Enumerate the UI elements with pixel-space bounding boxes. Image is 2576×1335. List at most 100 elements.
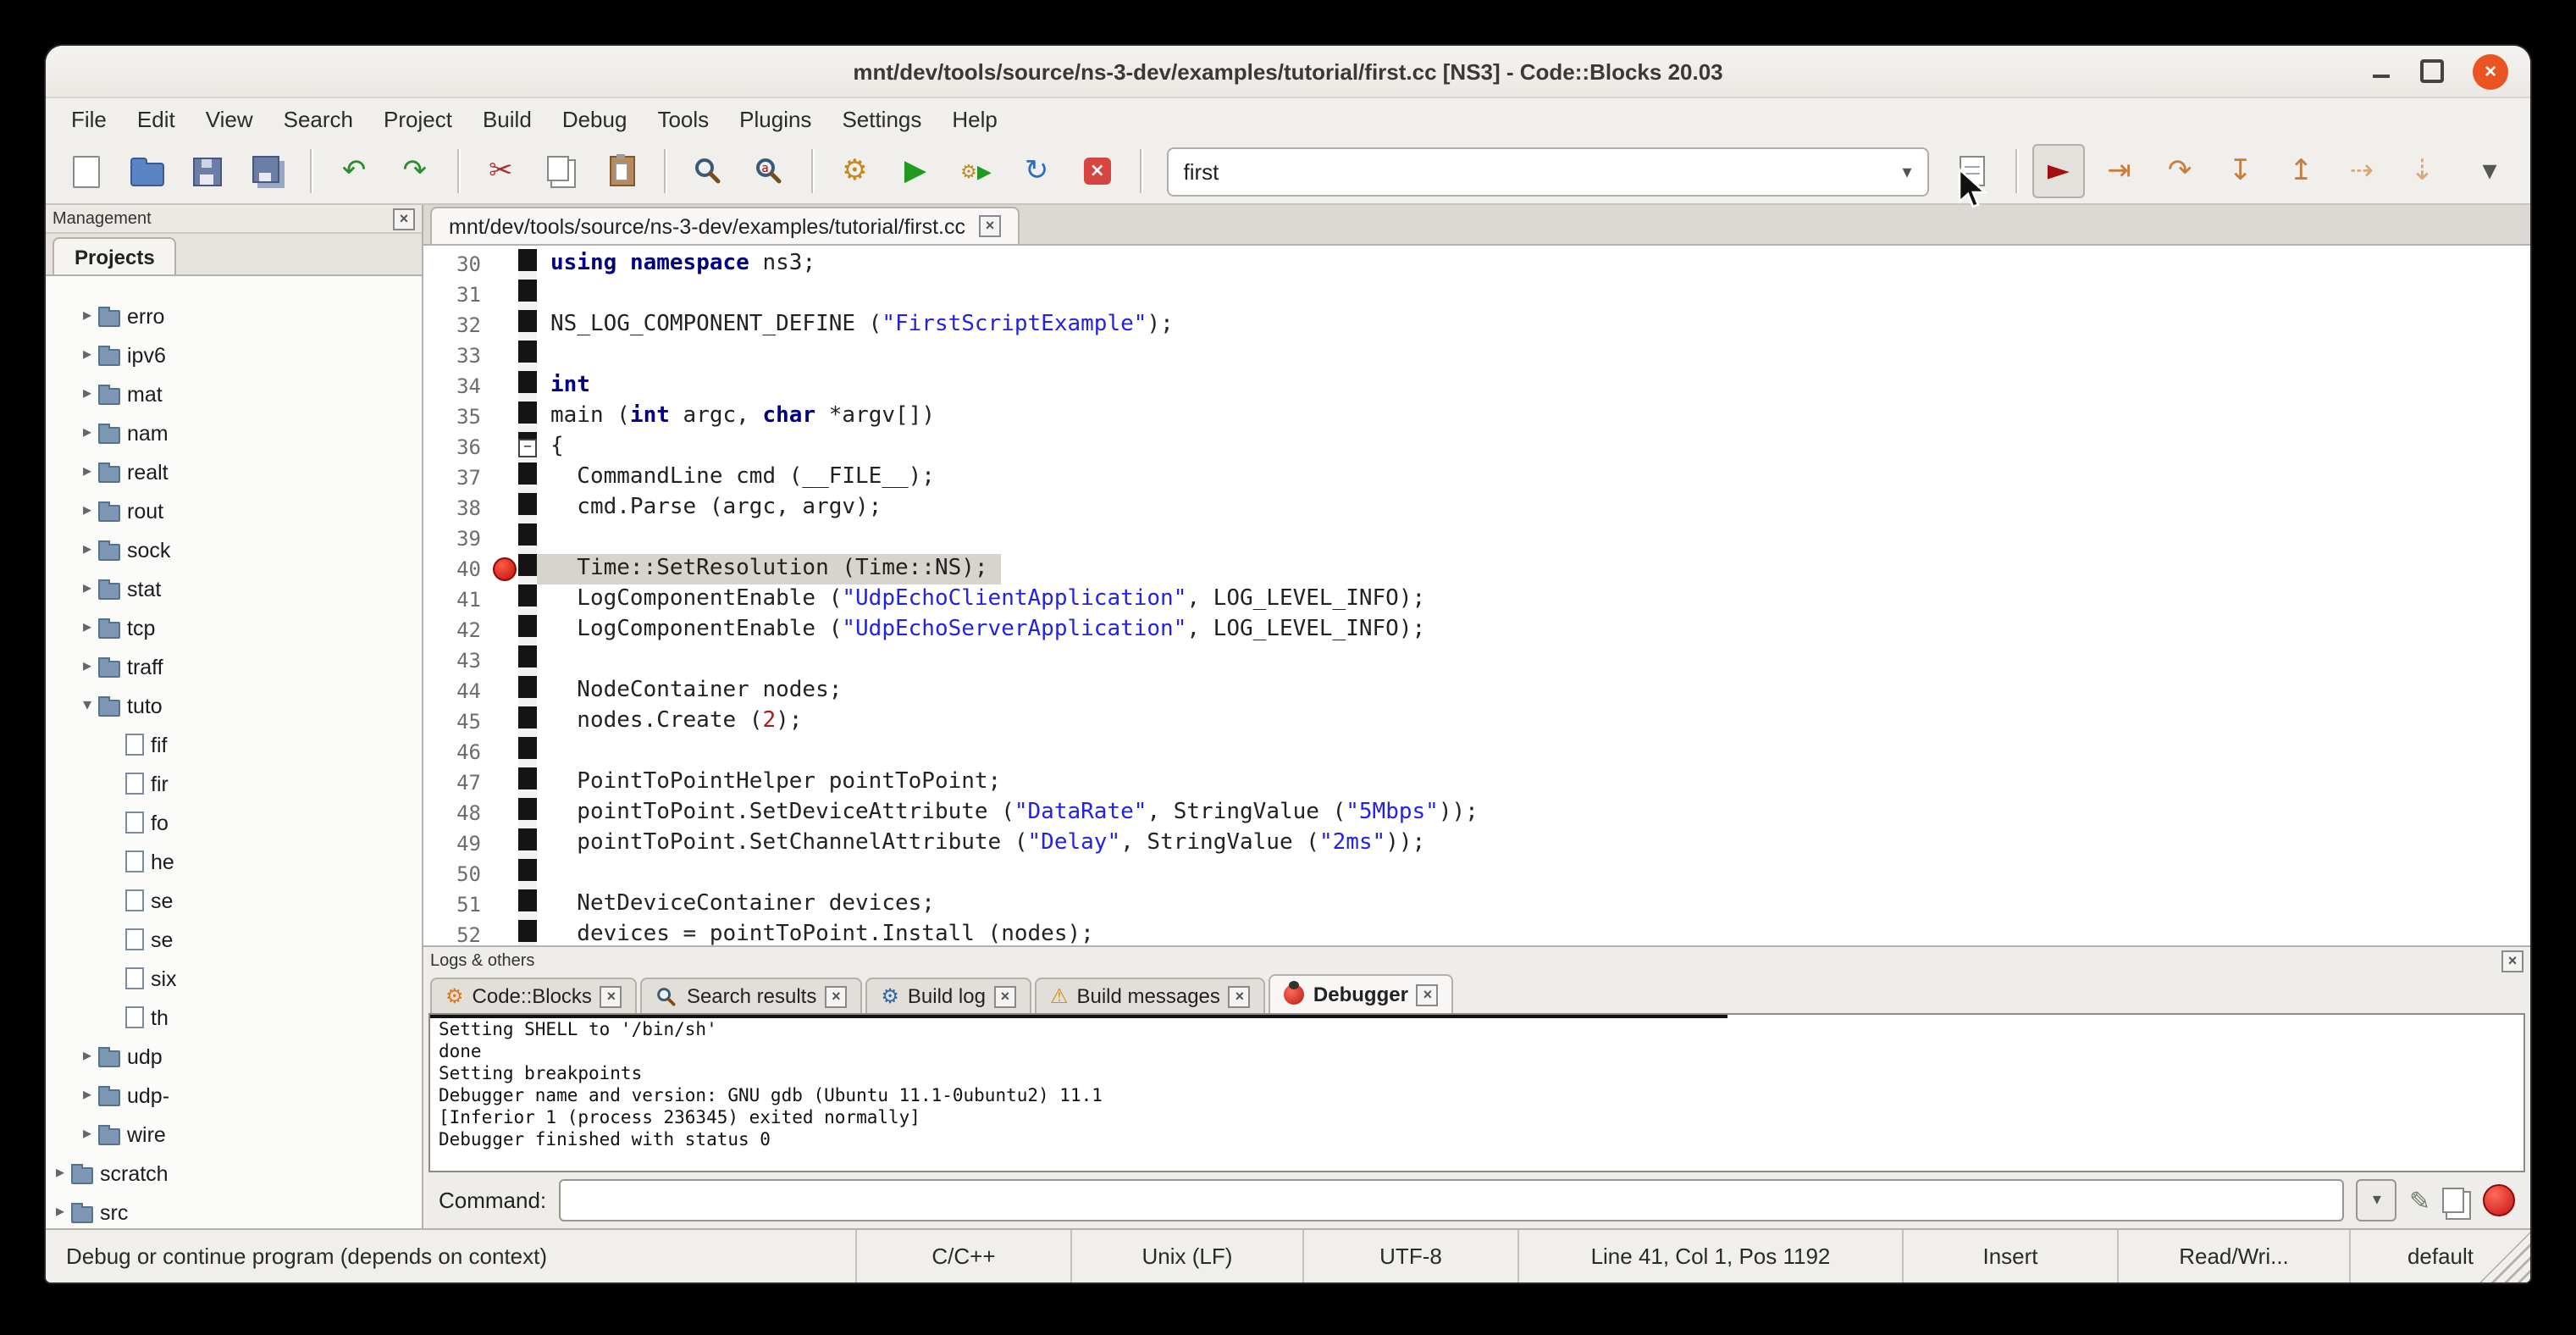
tree-item-traff[interactable]: ▸traff xyxy=(46,647,422,686)
code-text[interactable]: CommandLine cmd (__FILE__); xyxy=(537,463,948,493)
logs-tab-build-messages[interactable]: ⚠Build messages× xyxy=(1035,978,1266,1013)
breakpoint-margin[interactable] xyxy=(491,310,518,341)
new-file-button[interactable] xyxy=(59,144,113,198)
title-bar[interactable]: mnt/dev/tools/source/ns-3-dev/examples/t… xyxy=(46,46,2530,98)
logs-tab-search-results[interactable]: Search results× xyxy=(641,978,862,1013)
breakpoint-icon[interactable] xyxy=(493,557,517,581)
editor-tab-close-icon[interactable]: × xyxy=(979,215,1001,237)
code-text[interactable]: pointToPoint.SetDeviceAttribute ("DataRa… xyxy=(537,798,1492,828)
code-text[interactable]: PointToPointHelper pointToPoint; xyxy=(537,767,1014,798)
command-dropdown-icon[interactable]: ▾ xyxy=(2357,1179,2397,1221)
breakpoint-margin[interactable] xyxy=(491,615,518,645)
tree-item-six[interactable]: six xyxy=(46,959,422,998)
breakpoint-margin[interactable] xyxy=(491,402,518,432)
code-text[interactable]: devices = pointToPoint.Install (nodes); xyxy=(537,920,1108,945)
menu-view[interactable]: View xyxy=(191,102,268,135)
code-text[interactable] xyxy=(537,645,564,676)
tree-item-src[interactable]: ▸src xyxy=(46,1193,422,1228)
tree-item-realt[interactable]: ▸realt xyxy=(46,452,422,491)
menu-file[interactable]: File xyxy=(56,102,122,135)
tree-item-udp[interactable]: ▸udp- xyxy=(46,1076,422,1115)
chevron-collapsed-icon[interactable]: ▸ xyxy=(49,1164,71,1183)
find-button[interactable] xyxy=(681,144,735,198)
menu-tools[interactable]: Tools xyxy=(642,102,724,135)
logs-tab-code-blocks[interactable]: ⚙Code::Blocks× xyxy=(430,978,638,1013)
debug-continue-button[interactable]: ► xyxy=(2032,144,2086,198)
breakpoint-margin[interactable] xyxy=(491,889,518,920)
breakpoint-margin[interactable] xyxy=(491,280,518,310)
cut-button[interactable]: ✂ xyxy=(474,144,528,198)
breakpoint-margin[interactable] xyxy=(491,249,518,280)
logs-tab-debugger[interactable]: Debugger× xyxy=(1269,974,1454,1013)
replace-button[interactable]: a xyxy=(742,144,796,198)
fold-marker-icon[interactable]: − xyxy=(518,439,537,457)
chevron-collapsed-icon[interactable]: ▸ xyxy=(76,307,98,325)
chevron-collapsed-icon[interactable]: ▸ xyxy=(76,1125,98,1144)
code-text[interactable]: using namespace ns3; xyxy=(537,249,829,280)
code-text[interactable]: LogComponentEnable ("UdpEchoClientApplic… xyxy=(537,584,1439,615)
command-input[interactable] xyxy=(558,1179,2345,1221)
run-to-cursor-button[interactable]: ⇥ xyxy=(2092,144,2147,198)
tree-item-fo[interactable]: fo xyxy=(46,803,422,842)
tab-close-icon[interactable]: × xyxy=(994,985,1016,1007)
abort-build-button[interactable]: × xyxy=(1070,144,1125,198)
rebuild-button[interactable]: ↻ xyxy=(1009,144,1064,198)
tree-item-udp[interactable]: ▸udp xyxy=(46,1037,422,1076)
tab-projects[interactable]: Projects xyxy=(53,237,177,274)
code-text[interactable] xyxy=(537,859,564,889)
run-button[interactable]: ▶ xyxy=(888,144,943,198)
next-instruction-button[interactable]: ⇢ xyxy=(2335,144,2389,198)
code-editor[interactable]: 30using namespace ns3;3132NS_LOG_COMPONE… xyxy=(423,246,2530,945)
tree-item-stat[interactable]: ▸stat xyxy=(46,569,422,608)
logs-close-icon[interactable]: × xyxy=(2501,950,2523,972)
menu-settings[interactable]: Settings xyxy=(826,102,937,135)
chevron-collapsed-icon[interactable]: ▸ xyxy=(76,463,98,481)
breakpoint-margin[interactable] xyxy=(491,767,518,798)
tree-item-tcp[interactable]: ▸tcp xyxy=(46,608,422,647)
code-text[interactable] xyxy=(537,523,564,554)
debugger-output[interactable]: Setting SHELL to '/bin/sh'doneSetting br… xyxy=(428,1013,2525,1172)
code-text[interactable]: nodes.Create (2); xyxy=(537,706,815,737)
code-text[interactable]: NS_LOG_COMPONENT_DEFINE ("FirstScriptExa… xyxy=(537,310,1187,341)
save-button[interactable] xyxy=(180,144,235,198)
chevron-expanded-icon[interactable]: ▾ xyxy=(76,696,98,715)
step-into-instruction-button[interactable]: ⇣ xyxy=(2396,144,2450,198)
breakpoint-margin[interactable] xyxy=(491,554,518,584)
step-into-button[interactable]: ↧ xyxy=(2214,144,2268,198)
management-close-icon[interactable]: × xyxy=(393,208,415,230)
menu-search[interactable]: Search xyxy=(268,102,368,135)
menu-plugins[interactable]: Plugins xyxy=(724,102,826,135)
code-text[interactable]: { xyxy=(537,432,578,463)
minimize-icon[interactable] xyxy=(2371,61,2391,81)
tree-item-fir[interactable]: fir xyxy=(46,764,422,803)
tree-item-sock[interactable]: ▸sock xyxy=(46,530,422,569)
redo-button[interactable]: ↷ xyxy=(388,144,442,198)
code-text[interactable]: NetDeviceContainer devices; xyxy=(537,889,948,920)
toolbar-overflow-button[interactable]: ▾ xyxy=(2463,144,2517,198)
step-out-button[interactable]: ↥ xyxy=(2274,144,2328,198)
breakpoint-margin[interactable] xyxy=(491,920,518,945)
tab-close-icon[interactable]: × xyxy=(1417,983,1439,1005)
logs-tab-build-log[interactable]: ⚙Build log× xyxy=(865,978,1031,1013)
menu-edit[interactable]: Edit xyxy=(122,102,191,135)
chevron-collapsed-icon[interactable]: ▸ xyxy=(76,424,98,442)
tree-item-he[interactable]: he xyxy=(46,842,422,881)
build-and-run-button[interactable]: ⚙▶ xyxy=(949,144,1003,198)
breakpoint-margin[interactable] xyxy=(491,523,518,554)
chevron-collapsed-icon[interactable]: ▸ xyxy=(76,618,98,637)
breakpoint-margin[interactable] xyxy=(491,706,518,737)
pencil-icon[interactable]: ✎ xyxy=(2409,1185,2430,1216)
breakpoint-margin[interactable] xyxy=(491,584,518,615)
tree-item-tuto[interactable]: ▾tuto xyxy=(46,686,422,725)
breakpoint-margin[interactable] xyxy=(491,737,518,767)
tree-item-rout[interactable]: ▸rout xyxy=(46,491,422,530)
save-all-button[interactable] xyxy=(241,144,296,198)
tree-item-ipv6[interactable]: ▸ipv6 xyxy=(46,335,422,374)
code-text[interactable]: Time::SetResolution (Time::NS); xyxy=(537,554,1002,584)
chevron-collapsed-icon[interactable]: ▸ xyxy=(76,579,98,598)
breakpoint-margin[interactable] xyxy=(491,828,518,859)
build-button[interactable]: ⚙ xyxy=(828,144,882,198)
chevron-collapsed-icon[interactable]: ▸ xyxy=(76,346,98,364)
chevron-collapsed-icon[interactable]: ▸ xyxy=(76,385,98,403)
stop-debugger-icon[interactable] xyxy=(2483,1184,2515,1216)
